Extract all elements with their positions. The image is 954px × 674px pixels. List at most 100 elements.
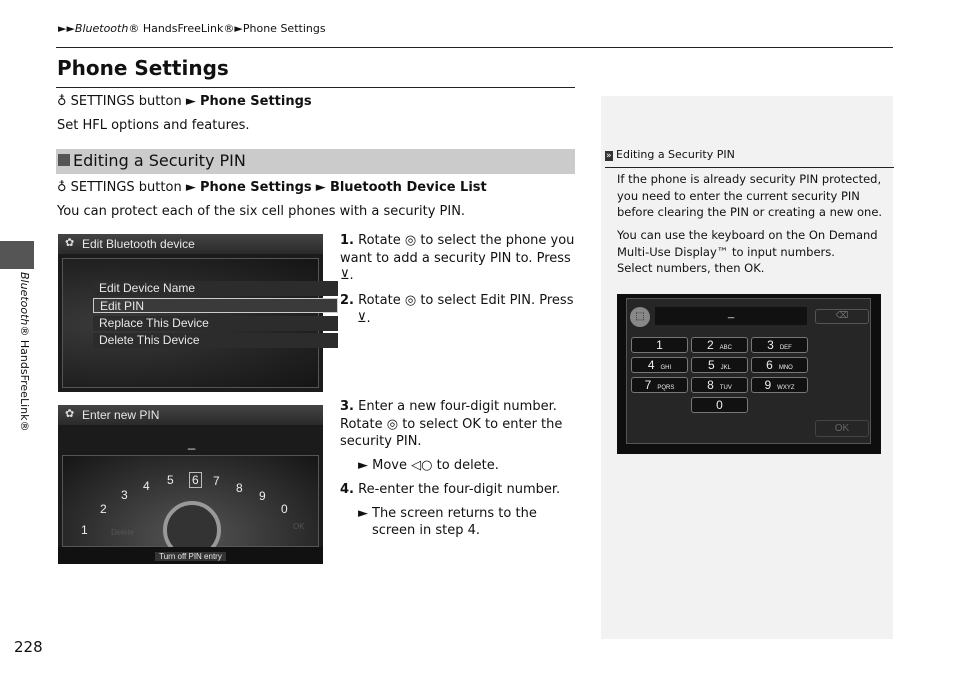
step-text: Edit PIN. [480, 293, 536, 308]
sidebar-text: . [760, 261, 765, 275]
keypad-key[interactable]: 3 DEF [751, 337, 808, 353]
menu-item[interactable]: Replace This Device [93, 316, 338, 331]
step-text: . [366, 310, 371, 326]
arrow-icon: ► [358, 457, 368, 473]
key-letters: PQRS [657, 385, 675, 391]
pin-digit[interactable]: 1 [81, 523, 88, 537]
step-text: Move [372, 457, 408, 473]
step-text: The screen returns to the screen in step… [372, 505, 537, 539]
pin-digit[interactable]: 9 [259, 489, 266, 503]
pin-digit[interactable]: 4 [143, 479, 150, 493]
pin-cursor: _ [188, 435, 196, 450]
step-number: 1. [340, 233, 354, 248]
chapter-label-text: ® HandsFreeLink® [18, 325, 31, 432]
page-number: 228 [14, 638, 43, 656]
step-text: to select [420, 293, 477, 308]
sidebar-heading-text: Editing a Security PIN [616, 148, 735, 161]
keypad-key[interactable]: 4 GHI [631, 357, 688, 373]
key-digit: 7 [644, 378, 652, 392]
key-digit: 0 [716, 398, 723, 412]
screen-body: Edit Device Name Edit PIN Replace This D… [62, 258, 338, 388]
pin-input[interactable]: _ [655, 307, 807, 325]
step-text: to select [402, 416, 458, 432]
press-knob-icon: ⊻ [340, 268, 350, 283]
key-letters: DEF [779, 345, 792, 351]
step-number: 4. [340, 482, 354, 497]
key-digit: 9 [764, 378, 772, 392]
sidebar-text: Select numbers, then [617, 261, 741, 275]
keypad-key[interactable]: 6 MNO [751, 357, 808, 373]
backspace-button[interactable]: ⌫ [815, 309, 869, 324]
step-text: Press [539, 293, 574, 308]
voice-command-icon: ♁ [57, 180, 67, 195]
keypad-screen: ⬚ _ ⌫ 1 2 ABC 3 DEF 4 GHI 5 JKL 6 MNO 7 PQRS 8 TUV 9 WXY… [617, 294, 881, 454]
keypad-key[interactable]: 7 PQRS [631, 377, 688, 393]
keypad-key[interactable]: 5 JKL [691, 357, 748, 373]
delete-option[interactable]: Delete [111, 528, 134, 537]
keypad-key[interactable]: 9 WXYZ [751, 377, 808, 393]
arrow-icon: ► [358, 505, 368, 521]
key-letters: ABC [719, 345, 733, 351]
intro-nav-path: ♁ SETTINGS button ► Phone Settings [57, 93, 312, 110]
key-digit: 2 [706, 338, 714, 352]
menu-item[interactable]: Edit Device Name [93, 281, 338, 296]
breadcrumb-hfl[interactable]: ® HandsFreeLink® [128, 22, 234, 35]
rotate-knob-icon: ◎ [404, 233, 417, 248]
voice-command-icon: ♁ [57, 94, 67, 109]
menu-item-selected[interactable]: Edit PIN [93, 298, 338, 313]
pin-digit[interactable]: 7 [213, 474, 220, 488]
arrow-icon: ► [185, 180, 196, 195]
sidebar-paragraph: You can use the keyboard on the On Deman… [617, 227, 887, 277]
step-4: 4. Re-enter the four-digit number. ► The … [340, 481, 575, 540]
pin-cursor: _ [727, 307, 735, 319]
double-chevron-icon: » [605, 151, 613, 161]
nav-text: SETTINGS button [70, 94, 182, 109]
screen-title: Edit Bluetooth device [58, 234, 323, 254]
page-title: Phone Settings [57, 56, 229, 80]
keypad-key[interactable]: 8 TUV [691, 377, 748, 393]
ok-option[interactable]: OK [293, 522, 305, 531]
keypad-key[interactable]: 0 [691, 397, 748, 413]
pin-digit[interactable]: 5 [167, 473, 174, 487]
nav-text: Phone Settings [199, 94, 312, 109]
edit-bluetooth-device-screen: Edit Bluetooth device Edit Device Name E… [58, 234, 338, 392]
backspace-icon: ⌫ [835, 310, 849, 320]
step-2: 2. Rotate ◎ to select Edit PIN. Press ⊻. [340, 292, 575, 327]
sidebar-heading: » Editing a Security PIN [605, 148, 735, 161]
nav-text: Phone Settings [199, 180, 312, 195]
sidebar-text: OK [744, 261, 761, 275]
keypad-key[interactable]: 2 ABC [691, 337, 748, 353]
section-description: You can protect each of the six cell pho… [57, 204, 466, 219]
step-number: 3. [340, 399, 354, 414]
divider [605, 167, 894, 168]
menu-item[interactable]: Delete This Device [93, 333, 338, 348]
pin-digit[interactable]: 2 [100, 502, 107, 516]
ok-button[interactable]: OK [815, 420, 869, 437]
pin-digit[interactable]: 6 [189, 472, 202, 488]
sidebar-text: You can use the keyboard on the On Deman… [617, 228, 878, 259]
rotate-knob-icon: ◎ [386, 416, 399, 432]
square-bullet-icon [58, 154, 70, 166]
keypad-key[interactable]: 1 [631, 337, 688, 353]
breadcrumb-bluetooth[interactable]: Bluetooth [75, 22, 128, 35]
step-3: 3. Enter a new four-digit number. Rotate… [340, 398, 575, 474]
key-digit: 8 [707, 378, 714, 392]
pin-digit[interactable]: 3 [121, 488, 128, 502]
turn-off-pin-entry-button[interactable]: Turn off PIN entry [58, 547, 323, 564]
enter-pin-screen: Enter new PIN _ 123 4 5 67 8 9 0 Delete OK Tur… [58, 405, 323, 564]
pin-digit[interactable]: 8 [236, 481, 243, 495]
step-text: Rotate [358, 233, 401, 248]
key-digit: 5 [707, 358, 715, 372]
arrow-icon: ► [185, 94, 196, 109]
back-icon[interactable]: ⬚ [630, 307, 650, 327]
step-text: . [349, 268, 354, 283]
arrow-icon: ► [315, 180, 326, 195]
step-number: 2. [340, 293, 354, 308]
section-nav-path: ♁ SETTINGS button ► Phone Settings ► Blu… [57, 179, 487, 196]
pin-digit[interactable]: 0 [281, 502, 288, 516]
keypad-panel: ⬚ _ ⌫ 1 2 ABC 3 DEF 4 GHI 5 JKL 6 MNO 7 PQRS 8 TUV 9 WXY… [626, 298, 871, 444]
chapter-label-text: Bluetooth [18, 272, 31, 326]
key-letters: WXYZ [777, 385, 795, 391]
breadcrumb-arrow: ► [234, 22, 243, 35]
nav-text: SETTINGS button [70, 180, 182, 195]
